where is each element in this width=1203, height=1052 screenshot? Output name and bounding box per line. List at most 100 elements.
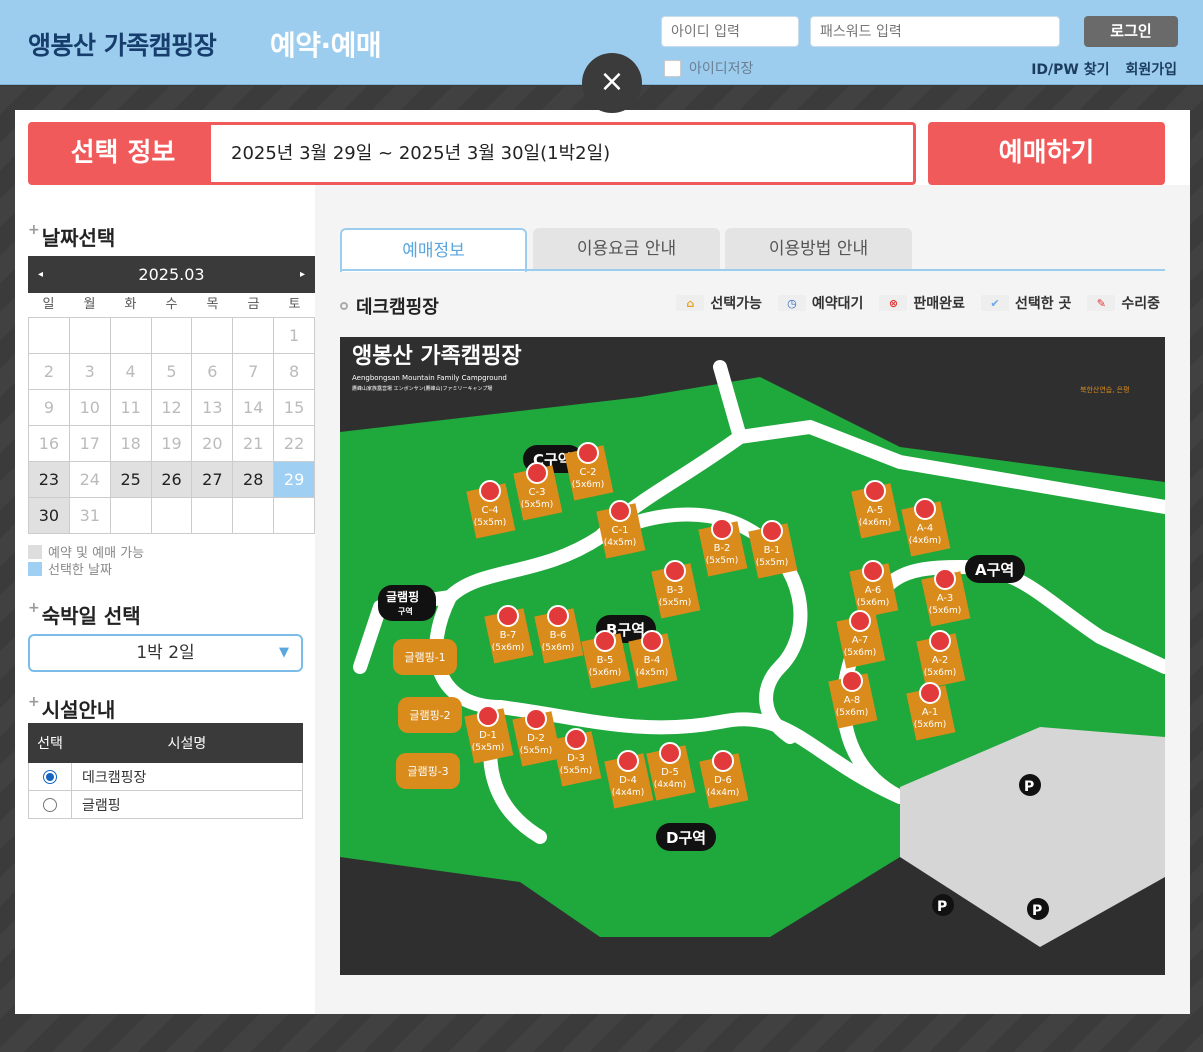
glamping-marker[interactable]: 글램핑-2 xyxy=(398,697,462,733)
login-button[interactable]: 로그인 xyxy=(1084,16,1178,47)
calendar-day: 14 xyxy=(233,390,275,426)
parking-label: P xyxy=(937,899,947,915)
calendar-day[interactable]: 29 xyxy=(274,462,315,498)
stay-label: 숙박일 선택 xyxy=(41,604,141,628)
weekday-label: 목 xyxy=(206,297,219,312)
glamping-label: 글램핑-2 xyxy=(409,709,450,722)
facility-label: 시설안내 xyxy=(41,698,116,722)
x-circle-icon xyxy=(711,518,733,540)
weekday-label: 화 xyxy=(124,297,137,312)
weekday-label: 토 xyxy=(288,297,301,312)
x-circle-icon xyxy=(862,560,884,582)
legend-item: ✔ 선택한 곳 xyxy=(980,293,1072,313)
facility-radio[interactable] xyxy=(43,797,57,812)
tab-reservation-info[interactable]: 예매정보 xyxy=(340,228,527,272)
date-select-heading: + 날짜선택 xyxy=(28,222,115,251)
calendar-day: 15 xyxy=(274,390,315,426)
x-circle-icon xyxy=(712,750,734,772)
weekday-label: 일 xyxy=(42,297,55,312)
x-circle-icon xyxy=(934,568,956,590)
id-input[interactable] xyxy=(661,16,799,47)
site-size: (5x5m) xyxy=(706,556,739,566)
site-subtitle: 예약·예매 xyxy=(270,29,382,62)
site-size: (5x6m) xyxy=(492,643,525,653)
site-size: (5x6m) xyxy=(914,720,947,730)
map-title-en: Aengbongsan Mountain Family Campground xyxy=(352,374,507,382)
site-size: (5x6m) xyxy=(844,648,877,658)
next-month-icon[interactable]: ▸ xyxy=(300,256,305,293)
bullet-icon xyxy=(340,302,348,310)
x-circle-icon xyxy=(577,442,599,464)
map-svg: 앵봉산 가족캠핑장 Aengbongsan Mountain Family Ca… xyxy=(340,344,1165,947)
checkbox-box[interactable] xyxy=(664,59,681,77)
site-id: B-1 xyxy=(764,545,781,556)
site-id: B-5 xyxy=(597,655,614,666)
calendar-day[interactable]: 26 xyxy=(151,462,193,498)
x-circle-icon xyxy=(617,750,639,772)
legend-label: 수리중 xyxy=(1121,296,1160,312)
site-size: (4x5m) xyxy=(636,668,669,678)
join-link[interactable]: 회원가입 xyxy=(1125,59,1177,79)
legend-label: 선택가능 xyxy=(710,296,762,312)
calendar-day[interactable]: 25 xyxy=(110,462,152,498)
weekday-label: 금 xyxy=(247,297,260,312)
calendar-day[interactable]: 30 xyxy=(29,498,70,534)
calendar-day: 7 xyxy=(233,354,275,390)
calendar-empty-cell xyxy=(233,498,275,534)
glamping-marker[interactable]: 글램핑-1 xyxy=(393,639,457,675)
calendar-day: 1 xyxy=(274,318,315,354)
calendar-day: 17 xyxy=(69,426,111,462)
password-input[interactable] xyxy=(810,16,1060,47)
facility-row[interactable]: 데크캠핑장 xyxy=(28,762,303,791)
col-select: 선택 xyxy=(28,723,72,763)
site-size: (5x6m) xyxy=(857,598,890,608)
zone-d-label: D구역 xyxy=(666,829,706,847)
x-circle-icon xyxy=(609,500,631,522)
site-title[interactable]: 앵봉산 가족캠핑장 xyxy=(28,26,217,62)
site-size: (5x5m) xyxy=(521,500,554,510)
calendar-day: 24 xyxy=(69,462,111,498)
available-swatch xyxy=(28,544,42,559)
save-id-checkbox[interactable]: 아이디저장 xyxy=(664,58,753,78)
x-circle-icon xyxy=(914,498,936,520)
tab-how-to-use[interactable]: 이용방법 안내 xyxy=(725,228,912,270)
calendar-day[interactable]: 28 xyxy=(233,462,275,498)
facility-heading: + 시설안내 xyxy=(28,694,115,723)
site-id: A-5 xyxy=(867,505,884,516)
zone-g-label: 글램핑 xyxy=(386,589,419,604)
stay-select[interactable]: 1박 2일 ▼ xyxy=(28,634,303,672)
calendar-day[interactable]: 23 xyxy=(29,462,70,498)
plus-icon: + xyxy=(28,694,40,710)
find-id-pw-link[interactable]: ID/PW 찾기 xyxy=(1031,59,1109,79)
site-id: A-4 xyxy=(917,523,934,534)
facility-radio[interactable] xyxy=(43,769,57,784)
close-modal-button[interactable]: × xyxy=(582,53,642,113)
x-circle-icon xyxy=(594,630,616,652)
site-size: (5x6m) xyxy=(572,480,605,490)
selected-swatch xyxy=(28,561,42,576)
x-circle-icon xyxy=(525,708,547,730)
calendar-empty-cell xyxy=(233,318,275,354)
legend-item: ✎ 수리중 xyxy=(1087,293,1160,313)
facility-row[interactable]: 글램핑 xyxy=(28,790,303,819)
x-circle-icon xyxy=(641,630,663,652)
check-circle-icon: ✔ xyxy=(980,295,1009,311)
reservation-modal: 선택 정보 2025년 3월 29일 ~ 2025년 3월 30일(1박2일) … xyxy=(15,110,1190,1014)
glamping-markers: 글램핑-1 글램핑-2 글램핑-3 xyxy=(393,639,462,789)
legend-label: 선택한 곳 xyxy=(1014,296,1072,312)
calendar-day: 3 xyxy=(69,354,111,390)
parking-label: P xyxy=(1032,903,1042,919)
section-title-text: 데크캠핑장 xyxy=(356,297,439,318)
weekday-label: 수 xyxy=(165,297,178,312)
glamping-marker[interactable]: 글램핑-3 xyxy=(396,753,460,789)
prev-month-icon[interactable]: ◂ xyxy=(38,256,43,293)
site-size: (4x4m) xyxy=(612,788,645,798)
x-circle-icon xyxy=(841,670,863,692)
legend-selected: 선택한 날짜 xyxy=(28,559,112,578)
site-id: B-7 xyxy=(500,630,517,641)
site-size: (5x5m) xyxy=(474,518,507,528)
reserve-button[interactable]: 예매하기 xyxy=(928,122,1165,185)
calendar-day[interactable]: 27 xyxy=(192,462,234,498)
calendar-day: 20 xyxy=(192,426,234,462)
tab-fees[interactable]: 이용요금 안내 xyxy=(533,228,720,270)
